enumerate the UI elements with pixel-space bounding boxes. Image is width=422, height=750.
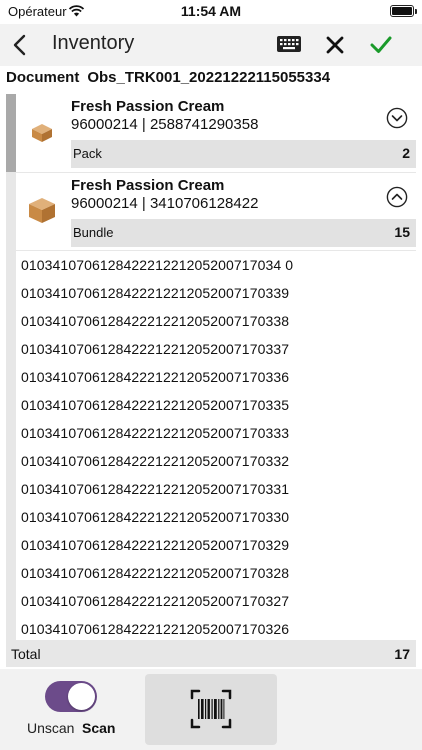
item-quantity: 2	[402, 145, 410, 161]
serial-item[interactable]: 0103410706128422212212052007170328	[21, 565, 289, 581]
total-label: Total	[11, 646, 41, 662]
item-codes: 96000214 | 3410706128422	[71, 195, 259, 212]
serial-item[interactable]: 0103410706128422212212052007170339	[21, 285, 289, 301]
box-icon	[29, 198, 55, 223]
chevron-up-circle-icon[interactable]	[386, 186, 408, 208]
toggle-knob	[68, 683, 95, 710]
item-name: Fresh Passion Cream	[71, 177, 225, 194]
scan-mode-toggle[interactable]	[45, 681, 97, 712]
status-time: 11:54 AM	[180, 3, 242, 19]
serial-item[interactable]: 0103410706128422212212052007170330	[21, 509, 289, 525]
serial-item[interactable]: 0103410706128422212212052007170332	[21, 453, 289, 469]
back-chevron-icon[interactable]	[8, 32, 34, 58]
bottom-toolbar: Unscan Scan	[0, 669, 422, 750]
chevron-down-circle-icon[interactable]	[386, 107, 408, 129]
item-card[interactable]: Fresh Passion Cream 96000214 | 258874129…	[16, 94, 416, 172]
item-card[interactable]: Fresh Passion Cream 96000214 | 341070612…	[16, 173, 416, 250]
serial-item[interactable]: 0103410706128422212212052007170338	[21, 313, 289, 329]
serial-item[interactable]: 0103410706128422212212052007170336	[21, 369, 289, 385]
scan-button[interactable]	[145, 674, 277, 745]
scan-label: Scan	[82, 720, 116, 736]
document-label: Document	[6, 69, 80, 86]
item-unit-bar: Bundle 15	[71, 219, 416, 247]
serial-item[interactable]: 0103410706128422212212052007170329	[21, 537, 289, 553]
serial-item[interactable]: 010341070612842221221205200717034 0	[21, 257, 293, 273]
item-unit-bar: Pack 2	[71, 140, 416, 168]
unscan-label: Unscan	[27, 720, 75, 736]
total-value: 17	[394, 646, 410, 662]
serial-item[interactable]: 0103410706128422212212052007170335	[21, 397, 289, 413]
document-value: Obs_TRK001_20221222115055334	[87, 69, 331, 86]
close-icon[interactable]	[322, 32, 348, 58]
document-row: Document Obs_TRK001_20221222115055334	[6, 69, 330, 86]
checkmark-icon[interactable]	[368, 32, 394, 58]
serial-item[interactable]: 0103410706128422212212052007170327	[21, 593, 289, 609]
serial-list[interactable]: 010341070612842221221205200717034 0 0103…	[16, 251, 416, 640]
page-title: Inventory	[52, 32, 135, 54]
total-row: Total 17	[6, 640, 416, 667]
item-quantity: 15	[394, 224, 410, 240]
barcode-scan-icon	[190, 689, 232, 729]
scroll-indicator[interactable]	[6, 94, 16, 172]
keyboard-icon[interactable]	[276, 33, 302, 55]
serial-item[interactable]: 0103410706128422212212052007170331	[21, 481, 289, 497]
box-icon	[32, 124, 52, 142]
nav-bar: Inventory	[0, 24, 422, 66]
item-unit: Bundle	[73, 225, 114, 240]
serial-item[interactable]: 0103410706128422212212052007170337	[21, 341, 289, 357]
item-unit: Pack	[73, 146, 102, 161]
item-codes: 96000214 | 2588741290358	[71, 116, 259, 133]
item-name: Fresh Passion Cream	[71, 98, 225, 115]
battery-icon	[390, 5, 417, 17]
status-bar: Opérateur 11:54 AM	[0, 0, 422, 24]
serial-item[interactable]: 0103410706128422212212052007170326	[21, 621, 289, 637]
serial-item[interactable]: 0103410706128422212212052007170333	[21, 425, 289, 441]
